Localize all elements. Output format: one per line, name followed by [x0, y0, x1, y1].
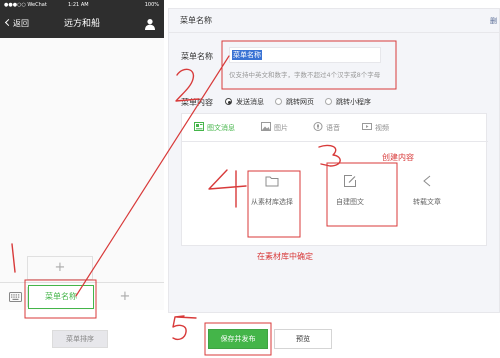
- user-icon[interactable]: [144, 18, 156, 30]
- chat-area: [0, 38, 164, 282]
- message-type-tabs: 图文消息 图片 语音 视频: [182, 114, 488, 142]
- step-5-mark: [172, 315, 197, 341]
- option-label: 从素材库选择: [251, 198, 293, 206]
- tab-label: 视频: [375, 124, 389, 132]
- radio-label: 跳转小程序: [336, 98, 371, 106]
- status-time: 1:21 AM: [68, 2, 89, 8]
- custom-menu-bar: 菜单名称 +: [0, 282, 164, 310]
- menu-name-value: 菜单名称: [232, 50, 262, 60]
- add-submenu-button[interactable]: +: [27, 256, 93, 280]
- radio-open-miniprogram[interactable]: 跳转小程序: [325, 97, 371, 107]
- article-icon: [194, 122, 204, 131]
- radio-checked-icon: [225, 98, 232, 105]
- option-label: 自建图文: [336, 198, 364, 206]
- tab-label: 图片: [274, 124, 288, 132]
- repost-article-option[interactable]: 转载文章: [392, 174, 462, 207]
- sort-menu-button[interactable]: 菜单排序: [52, 330, 108, 348]
- editor-header: 菜单名称 删: [169, 9, 500, 33]
- radio-send-message[interactable]: 发送消息: [225, 97, 264, 107]
- share-icon: [423, 175, 431, 187]
- battery-label: 100%: [144, 2, 159, 8]
- create-article-option[interactable]: 自建图文: [315, 174, 385, 207]
- phone-preview: ●●●○○ WeChat 1:21 AM 100% 返回 远方和船 + 菜单名称…: [0, 0, 164, 310]
- keyboard-icon[interactable]: [9, 292, 22, 302]
- menu-content-label: 菜单内容: [181, 98, 213, 107]
- status-bar: ●●●○○ WeChat 1:21 AM 100%: [0, 0, 164, 10]
- menu-name-label: 菜单名称: [181, 52, 213, 61]
- tab-label: 语音: [326, 124, 340, 132]
- menu-item-selected[interactable]: 菜单名称: [28, 285, 94, 309]
- save-publish-button[interactable]: 保存并发布: [208, 329, 268, 349]
- tab-voice[interactable]: 语音: [313, 114, 340, 142]
- menu-name-hint: 仅支持中英文和数字，字数不超过4个汉字或8个字母: [229, 71, 381, 79]
- select-from-library-option[interactable]: 从素材库选择: [237, 174, 307, 207]
- edit-icon: [344, 175, 356, 187]
- message-content-box: 图文消息 图片 语音 视频 从素材库选择 自建图文 转载文章: [181, 113, 488, 246]
- menu-editor-panel: 菜单名称 删 菜单名称 菜单名称 仅支持中英文和数字，字数不超过4个汉字或8个字…: [168, 8, 500, 313]
- image-icon: [261, 122, 271, 131]
- voice-icon: [313, 122, 323, 131]
- menu-name-input[interactable]: 菜单名称: [229, 47, 381, 63]
- editor-title: 菜单名称: [180, 16, 212, 25]
- radio-unchecked-icon: [275, 98, 282, 105]
- add-menu-button[interactable]: +: [108, 285, 142, 309]
- option-label: 转载文章: [413, 198, 441, 206]
- delete-menu-link[interactable]: 删: [490, 9, 497, 33]
- tab-video[interactable]: 视频: [362, 114, 389, 142]
- account-name: 远方和船: [63, 19, 100, 29]
- carrier-label: ●●●○○ WeChat: [4, 2, 47, 8]
- preview-button[interactable]: 预览: [274, 329, 332, 349]
- radio-label: 发送消息: [236, 98, 264, 106]
- radio-open-webpage[interactable]: 跳转网页: [275, 97, 314, 107]
- tab-label: 图文消息: [207, 124, 235, 132]
- tab-image[interactable]: 图片: [261, 114, 288, 142]
- radio-label: 跳转网页: [286, 98, 314, 106]
- folder-icon: [265, 176, 279, 187]
- video-icon: [362, 123, 372, 130]
- tab-article[interactable]: 图文消息: [194, 114, 235, 142]
- radio-unchecked-icon: [325, 98, 332, 105]
- chat-header: 返回 远方和船: [0, 10, 164, 38]
